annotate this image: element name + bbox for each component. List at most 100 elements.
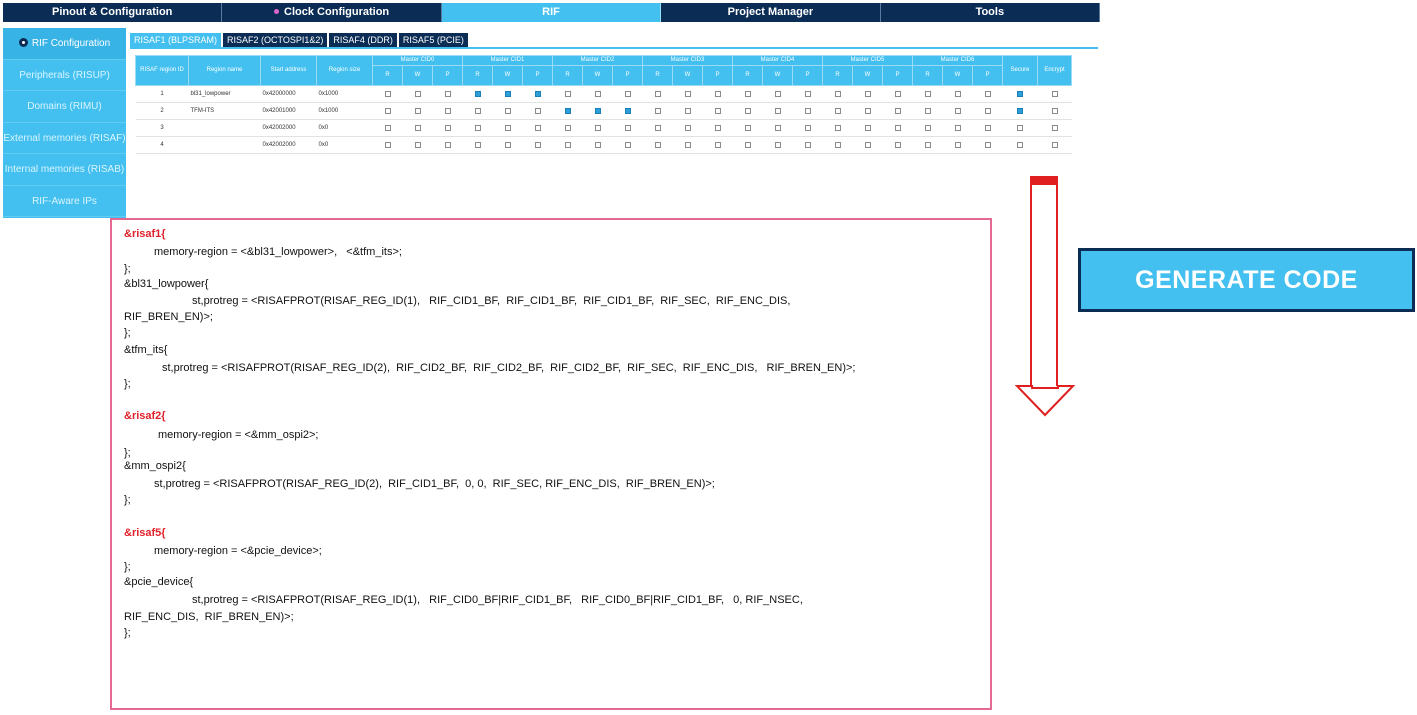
permission-checkbox[interactable] [384, 107, 391, 114]
permission-checkbox[interactable] [624, 90, 631, 97]
permission-checkbox[interactable] [834, 124, 841, 131]
permission-checkbox[interactable] [534, 90, 541, 97]
permission-checkbox[interactable] [564, 90, 571, 97]
permission-checkbox[interactable] [804, 107, 811, 114]
sidebar-item-domains[interactable]: Domains (RIMU) [3, 91, 126, 123]
permission-checkbox[interactable] [774, 107, 781, 114]
permission-checkbox[interactable] [774, 90, 781, 97]
permission-checkbox[interactable] [534, 141, 541, 148]
permission-checkbox[interactable] [984, 107, 991, 114]
region-name-cell[interactable]: bl31_lowpower [188, 85, 261, 103]
start-address-cell[interactable]: 0x42002000 [260, 119, 317, 137]
permission-checkbox[interactable] [474, 107, 481, 114]
permission-checkbox[interactable] [804, 124, 811, 131]
start-address-cell[interactable]: 0x42000000 [260, 85, 317, 103]
permission-checkbox[interactable] [804, 90, 811, 97]
permission-checkbox[interactable] [894, 90, 901, 97]
subtab-risaf1[interactable]: RISAF1 (BLPSRAM) [130, 33, 222, 47]
region-size-cell[interactable]: 0x1000 [316, 102, 373, 120]
sidebar-item-rif-aware-ips[interactable]: RIF-Aware IPs [3, 186, 126, 217]
permission-checkbox[interactable] [474, 90, 481, 97]
permission-checkbox[interactable] [594, 90, 601, 97]
permission-checkbox[interactable] [864, 107, 871, 114]
secure-checkbox[interactable] [1017, 141, 1023, 148]
tab-tools[interactable]: Tools [881, 3, 1101, 22]
tab-pinout-configuration[interactable]: Pinout & Configuration [3, 3, 223, 22]
region-name-cell[interactable]: TFM-ITS [188, 102, 261, 120]
permission-checkbox[interactable] [594, 107, 601, 114]
permission-checkbox[interactable] [684, 124, 691, 131]
permission-checkbox[interactable] [624, 141, 631, 148]
permission-checkbox[interactable] [864, 90, 871, 97]
permission-checkbox[interactable] [504, 124, 511, 131]
region-size-cell[interactable]: 0x0 [316, 119, 373, 137]
permission-checkbox[interactable] [414, 141, 421, 148]
sidebar-item-peripherals[interactable]: Peripherals (RISUP) [3, 60, 126, 91]
permission-checkbox[interactable] [414, 107, 421, 114]
permission-checkbox[interactable] [744, 90, 751, 97]
permission-checkbox[interactable] [774, 124, 781, 131]
permission-checkbox[interactable] [414, 90, 421, 97]
region-name-cell[interactable] [188, 119, 261, 137]
permission-checkbox[interactable] [444, 124, 451, 131]
permission-checkbox[interactable] [684, 90, 691, 97]
permission-checkbox[interactable] [744, 141, 751, 148]
permission-checkbox[interactable] [954, 90, 961, 97]
permission-checkbox[interactable] [654, 107, 661, 114]
permission-checkbox[interactable] [654, 90, 661, 97]
tab-clock-configuration[interactable]: Clock Configuration [222, 3, 442, 22]
permission-checkbox[interactable] [654, 141, 661, 148]
permission-checkbox[interactable] [954, 124, 961, 131]
permission-checkbox[interactable] [924, 90, 931, 97]
encrypt-checkbox[interactable] [1051, 90, 1058, 97]
permission-checkbox[interactable] [384, 124, 391, 131]
permission-checkbox[interactable] [564, 124, 571, 131]
permission-checkbox[interactable] [954, 141, 961, 148]
permission-checkbox[interactable] [744, 124, 751, 131]
permission-checkbox[interactable] [894, 107, 901, 114]
permission-checkbox[interactable] [444, 90, 451, 97]
permission-checkbox[interactable] [984, 124, 991, 131]
subtab-risaf4[interactable]: RISAF4 (DDR) [329, 33, 397, 47]
permission-checkbox[interactable] [894, 141, 901, 148]
permission-checkbox[interactable] [714, 141, 721, 148]
permission-checkbox[interactable] [564, 141, 571, 148]
permission-checkbox[interactable] [594, 141, 601, 148]
permission-checkbox[interactable] [684, 107, 691, 114]
permission-checkbox[interactable] [984, 90, 991, 97]
encrypt-checkbox[interactable] [1051, 107, 1058, 114]
encrypt-checkbox[interactable] [1051, 124, 1058, 131]
sidebar-item-internal-memories[interactable]: Internal memories (RISAB) [3, 154, 126, 186]
permission-checkbox[interactable] [444, 107, 451, 114]
secure-checkbox[interactable] [1017, 107, 1023, 114]
permission-checkbox[interactable] [504, 90, 511, 97]
permission-checkbox[interactable] [834, 107, 841, 114]
permission-checkbox[interactable] [414, 124, 421, 131]
permission-checkbox[interactable] [624, 107, 631, 114]
permission-checkbox[interactable] [534, 107, 541, 114]
permission-checkbox[interactable] [504, 141, 511, 148]
permission-checkbox[interactable] [474, 141, 481, 148]
permission-checkbox[interactable] [444, 141, 451, 148]
region-name-cell[interactable] [188, 136, 261, 154]
permission-checkbox[interactable] [714, 124, 721, 131]
permission-checkbox[interactable] [924, 124, 931, 131]
permission-checkbox[interactable] [864, 124, 871, 131]
permission-checkbox[interactable] [774, 141, 781, 148]
sidebar-item-rif-configuration[interactable]: RIF Configuration [3, 28, 126, 60]
permission-checkbox[interactable] [594, 124, 601, 131]
subtab-risaf5[interactable]: RISAF5 (PCIE) [398, 33, 468, 47]
permission-checkbox[interactable] [384, 90, 391, 97]
start-address-cell[interactable]: 0x42002000 [260, 136, 317, 154]
permission-checkbox[interactable] [864, 141, 871, 148]
permission-checkbox[interactable] [684, 141, 691, 148]
start-address-cell[interactable]: 0x42001000 [260, 102, 317, 120]
permission-checkbox[interactable] [834, 141, 841, 148]
permission-checkbox[interactable] [954, 107, 961, 114]
permission-checkbox[interactable] [504, 107, 511, 114]
secure-checkbox[interactable] [1017, 90, 1023, 97]
permission-checkbox[interactable] [804, 141, 811, 148]
permission-checkbox[interactable] [924, 141, 931, 148]
permission-checkbox[interactable] [834, 90, 841, 97]
region-size-cell[interactable]: 0x1000 [316, 85, 373, 103]
